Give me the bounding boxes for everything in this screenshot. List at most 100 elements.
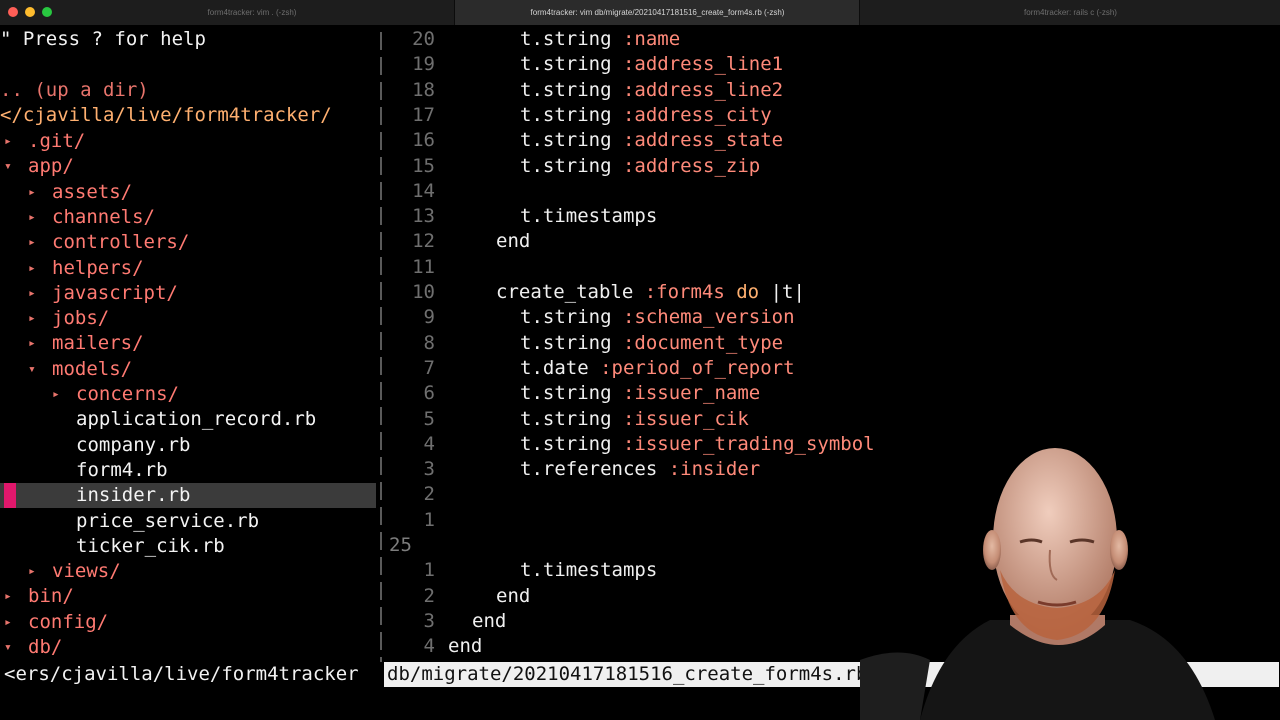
line-number: 8 bbox=[423, 331, 435, 354]
tree-folder-row[interactable]: ▸ helpers/ bbox=[28, 256, 144, 281]
tree-file-row[interactable]: ticker_cik.rb bbox=[52, 534, 225, 559]
keyword-token: do bbox=[736, 281, 760, 303]
tree-item-label: insider.rb bbox=[76, 484, 191, 507]
code-token: create_table bbox=[496, 281, 645, 303]
code-token: t.string bbox=[520, 432, 623, 455]
tree-file-row[interactable]: form4.rb bbox=[52, 458, 168, 483]
tree-up-dir[interactable]: .. (up a dir) bbox=[0, 78, 149, 103]
line-number: 20 bbox=[412, 28, 435, 50]
expanded-arrow-icon: ▾ bbox=[4, 640, 12, 655]
line-number: 13 bbox=[412, 205, 435, 228]
symbol-token: :document_type bbox=[622, 331, 784, 354]
line-number: 25 bbox=[389, 534, 412, 556]
code-token: t.string bbox=[520, 78, 623, 101]
collapsed-arrow-icon: ▸ bbox=[28, 564, 36, 580]
tree-folder-row[interactable]: ▾ app/ bbox=[4, 154, 74, 179]
symbol-token: :address_line2 bbox=[622, 78, 784, 101]
symbol-token: :insider bbox=[668, 458, 761, 481]
code-token: t.string bbox=[520, 306, 623, 329]
code-text: t.timestamps bbox=[520, 558, 657, 583]
split-divider[interactable] bbox=[380, 32, 382, 662]
tree-item-label: views/ bbox=[52, 560, 121, 583]
code-token: end bbox=[496, 584, 531, 607]
collapsed-arrow-icon: ▸ bbox=[28, 311, 36, 327]
tree-item-label: form4.rb bbox=[76, 458, 168, 481]
close-window-button[interactable] bbox=[8, 7, 18, 17]
tree-item-label: assets/ bbox=[52, 180, 133, 203]
code-token: t.string bbox=[520, 154, 623, 177]
tree-status-line: <ers/cjavilla/live/form4tracker bbox=[0, 662, 382, 687]
line-number: 2 bbox=[423, 483, 435, 506]
line-number: 16 bbox=[412, 129, 435, 152]
tree-item-label: jobs/ bbox=[52, 307, 110, 330]
tree-folder-row[interactable]: ▸ assets/ bbox=[28, 180, 132, 205]
expanded-arrow-icon: ▾ bbox=[4, 159, 12, 175]
collapsed-arrow-icon: ▸ bbox=[4, 589, 12, 605]
tree-folder-row[interactable]: ▸ javascript/ bbox=[28, 281, 178, 306]
code-text: end bbox=[496, 229, 530, 254]
tree-folder-row[interactable]: ▸ views/ bbox=[28, 559, 121, 584]
line-number: 9 bbox=[423, 306, 435, 329]
code-text: t.timestamps bbox=[520, 204, 657, 229]
line-number: 14 bbox=[412, 179, 435, 202]
tree-file-row[interactable]: company.rb bbox=[52, 433, 190, 458]
line-number: 7 bbox=[423, 356, 435, 379]
tree-folder-row[interactable]: ▸ mailers/ bbox=[28, 331, 144, 356]
tree-item-label: config/ bbox=[28, 610, 109, 633]
symbol-token: :issuer_trading_symbol bbox=[622, 432, 875, 455]
tree-folder-row[interactable]: ▸ channels/ bbox=[28, 205, 155, 230]
code-text: t.date :period_of_report bbox=[520, 356, 795, 381]
tree-folder-row[interactable]: ▸ bin/ bbox=[4, 584, 74, 609]
tree-folder-row[interactable]: ▸ .git/ bbox=[4, 129, 85, 154]
line-number: 3 bbox=[423, 609, 435, 632]
line-number: 10 bbox=[412, 281, 435, 303]
terminal-tab-bar: form4tracker: vim . (-zsh) form4tracker:… bbox=[0, 0, 1280, 26]
code-text: t.string :address_line1 bbox=[520, 52, 783, 77]
line-number: 4 bbox=[423, 635, 435, 658]
minimize-window-button[interactable] bbox=[25, 7, 35, 17]
tree-folder-row[interactable]: ▸ controllers/ bbox=[28, 230, 189, 255]
tab-rails-console[interactable]: form4tracker: rails c (-zsh) bbox=[859, 0, 1280, 25]
tree-item-label: helpers/ bbox=[52, 256, 144, 279]
collapsed-arrow-icon: ▸ bbox=[28, 285, 36, 301]
tree-folder-row[interactable]: ▸ concerns/ bbox=[52, 382, 179, 407]
code-token: t.string bbox=[520, 382, 623, 405]
code-token: end bbox=[496, 230, 531, 253]
line-number: 6 bbox=[423, 382, 435, 405]
window-controls bbox=[8, 7, 52, 17]
collapsed-arrow-icon: ▸ bbox=[52, 387, 60, 402]
code-text: end bbox=[472, 609, 506, 634]
line-number: 1 bbox=[423, 559, 435, 582]
symbol-token: :address_zip bbox=[622, 154, 761, 177]
tree-folder-row[interactable]: ▸ jobs/ bbox=[28, 306, 109, 331]
collapsed-arrow-icon: ▸ bbox=[28, 184, 36, 200]
code-token: end bbox=[472, 609, 507, 632]
tab-vim-migration[interactable]: form4tracker: vim db/migrate/20210417181… bbox=[454, 0, 860, 25]
code-text: t.references :insider bbox=[520, 457, 760, 482]
tree-file-row[interactable]: insider.rb bbox=[52, 483, 190, 508]
collapsed-arrow-icon: ▸ bbox=[4, 134, 12, 149]
tree-item-label: app/ bbox=[28, 155, 74, 178]
code-token: t.timestamps bbox=[520, 205, 658, 228]
tree-folder-row[interactable]: ▾ models/ bbox=[28, 357, 132, 382]
tree-file-row[interactable]: application_record.rb bbox=[52, 407, 316, 432]
tree-folder-row[interactable]: ▸ config/ bbox=[4, 610, 108, 635]
line-number: 12 bbox=[412, 230, 435, 253]
code-text: t.string :document_type bbox=[520, 331, 783, 356]
code-token: t.date bbox=[520, 356, 601, 379]
tree-folder-row[interactable]: ▾ db/ bbox=[4, 635, 62, 660]
code-text: end bbox=[496, 584, 530, 609]
collapsed-arrow-icon: ▸ bbox=[28, 260, 36, 276]
tab-vim-tree[interactable]: form4tracker: vim . (-zsh) bbox=[50, 0, 454, 25]
code-text: t.string :address_city bbox=[520, 103, 772, 128]
tree-item-label: bin/ bbox=[28, 585, 74, 608]
tree-root-path[interactable]: </cjavilla/live/form4tracker/ bbox=[0, 103, 332, 128]
tree-item-label: application_record.rb bbox=[76, 408, 317, 431]
code-text: t.string :address_zip bbox=[520, 154, 760, 179]
symbol-token: :schema_version bbox=[622, 306, 795, 329]
tree-file-row[interactable]: price_service.rb bbox=[52, 509, 259, 534]
collapsed-arrow-icon: ▸ bbox=[28, 336, 36, 352]
line-number: 15 bbox=[412, 154, 435, 177]
symbol-token: :address_line1 bbox=[622, 53, 784, 76]
tree-item-label: mailers/ bbox=[52, 332, 144, 355]
